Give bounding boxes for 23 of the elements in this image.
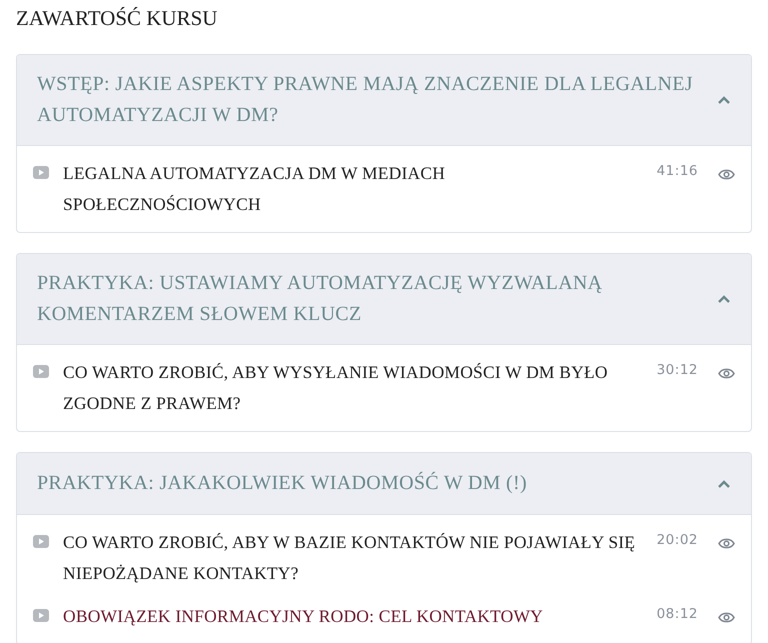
eye-icon[interactable]	[718, 611, 735, 624]
page-heading: ZAWARTOŚĆ KURSU	[16, 5, 218, 32]
lesson-link[interactable]: LEGALNA AUTOMATYZACJA DM W MEDIACH SPOŁECZNOŚCIOWYCH	[63, 158, 647, 220]
eye-icon[interactable]	[718, 367, 735, 380]
lesson-duration: 41:16	[656, 163, 698, 179]
video-icon	[33, 535, 49, 548]
eye-icon[interactable]	[718, 168, 735, 181]
lesson-link[interactable]: CO WARTO ZROBIĆ, ABY WYSYŁANIE WIADOMOŚCI W DM BYŁO ZGODNE Z PRAWEM?	[63, 357, 647, 419]
section-title: PRAKTYKA: USTAWIAMY AUTOMATYZACJĘ WYZWALANĄ KOMENTARZEM SŁOWEM KLUCZ	[37, 271, 604, 327]
section-title: PRAKTYKA: JAKAKOLWIEK WIADOMOŚĆ W DM (!)	[37, 470, 528, 496]
chevron-icon	[717, 294, 731, 304]
chevron-icon	[717, 95, 731, 105]
eye-icon[interactable]	[718, 537, 735, 550]
video-icon	[33, 365, 49, 378]
lesson-duration: 20:02	[656, 532, 698, 548]
section-title: WSTĘP: JAKIE ASPEKTY PRAWNE MAJĄ ZNACZENIE DLA LEGALNEJ AUTOMATYZACJI W DM?	[37, 72, 694, 128]
lesson-link[interactable]: OBOWIĄZEK INFORMACYJNY RODO: CEL KONTAKTOWY	[63, 601, 647, 632]
lesson-duration: 30:12	[656, 362, 698, 378]
video-icon	[33, 166, 49, 179]
lesson-duration: 08:12	[656, 606, 698, 622]
chevron-icon	[717, 478, 731, 488]
video-icon	[33, 609, 49, 622]
lesson-link[interactable]: CO WARTO ZROBIĆ, ABY W BAZIE KONTAKTÓW NIE POJAWIAŁY SIĘ NIEPOŻĄDANE KONTAKTY?	[63, 527, 647, 589]
